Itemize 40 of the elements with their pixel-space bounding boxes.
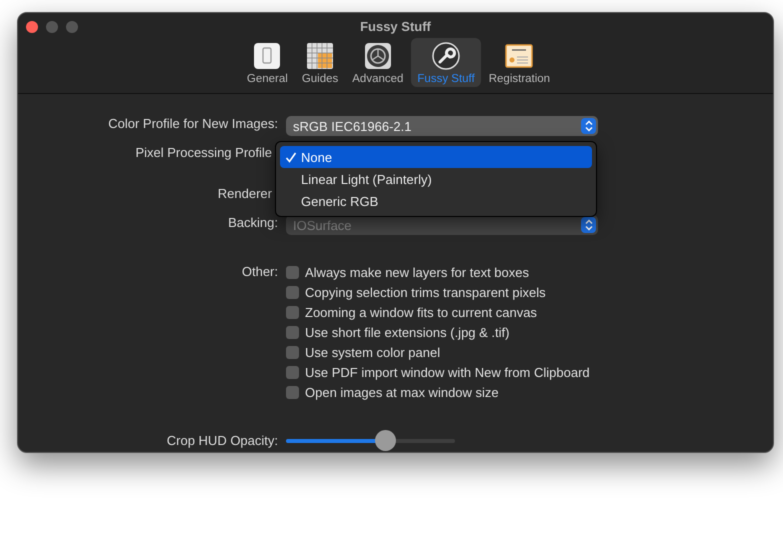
toolbar-tab[interactable]: Advanced <box>346 38 410 87</box>
toolbar-tab[interactable]: General <box>240 38 294 87</box>
toolbar-tab[interactable]: Guides <box>296 38 344 87</box>
close-button[interactable] <box>26 21 38 33</box>
checkbox[interactable] <box>286 386 299 398</box>
window-title: Fussy Stuff <box>360 18 431 34</box>
checkbox-label: Copying selection trims transparent pixels <box>305 284 546 300</box>
checkbox[interactable] <box>286 326 299 338</box>
section-label: Other: <box>240 264 278 281</box>
checkbox[interactable] <box>286 366 299 378</box>
menu-item[interactable]: Linear Light (Painterly) <box>280 168 592 190</box>
slider-label: Crop HUD Opacity: <box>166 433 278 448</box>
slider-thumb[interactable] <box>374 430 396 451</box>
checkbox-label: Use system color panel <box>305 344 440 360</box>
menu-item[interactable]: Generic RGB <box>280 190 592 212</box>
checkmark-icon <box>284 152 298 162</box>
menu-item[interactable]: None <box>280 146 592 168</box>
checkbox-label: Always make new layers for text boxes <box>305 264 529 280</box>
device-icon <box>252 41 282 71</box>
setting-label: Pixel Processing Profile <box>134 145 273 162</box>
checkbox[interactable] <box>286 266 299 278</box>
checkbox[interactable] <box>286 306 299 318</box>
minimize-button[interactable] <box>46 21 58 33</box>
toolbar-tab[interactable]: Registration <box>482 38 556 87</box>
setting-label: Backing: <box>227 215 278 232</box>
checkbox[interactable] <box>286 286 299 298</box>
popup-button[interactable]: sRGB IEC61966-2.1 <box>286 116 598 136</box>
setting-label: Renderer <box>216 186 273 203</box>
dial-icon <box>362 41 393 71</box>
checkbox-label: Open images at max window size <box>305 384 499 400</box>
checkbox-label: Zooming a window fits to current canvas <box>305 304 537 320</box>
checkbox-label: Use PDF import window with New from Clipboard <box>305 364 590 380</box>
zoom-button[interactable] <box>66 21 78 33</box>
grid-icon <box>305 41 336 71</box>
chevrons-icon <box>584 219 592 231</box>
checkbox[interactable] <box>286 346 299 358</box>
setting-label: Color Profile for New Images: <box>107 116 278 133</box>
checkbox-label: Use short file extensions (.jpg & .tif) <box>305 324 510 340</box>
chevrons-icon <box>584 120 592 132</box>
wrench-icon <box>431 41 462 71</box>
